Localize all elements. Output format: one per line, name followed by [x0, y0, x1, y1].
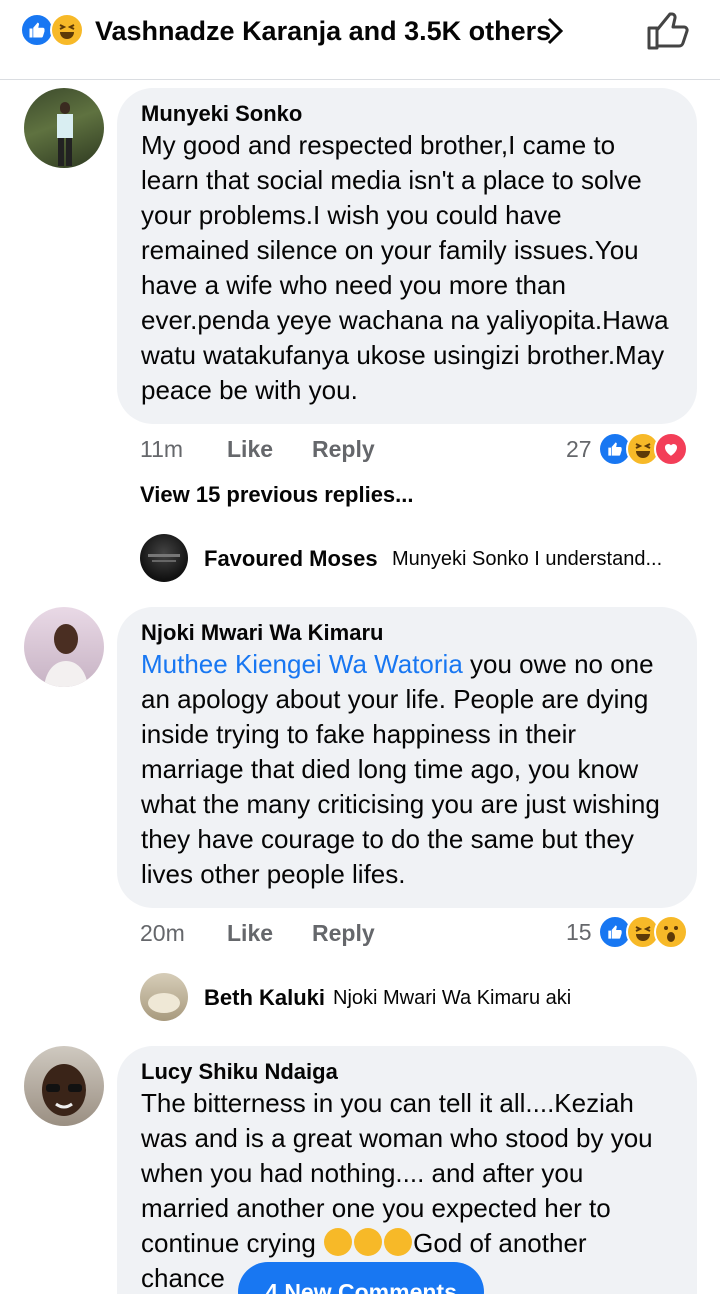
like-button[interactable]: Like: [227, 436, 273, 463]
comment-author[interactable]: Munyeki Sonko: [141, 100, 673, 128]
comment-body: you owe no one an apology about your lif…: [141, 649, 660, 889]
reaction-summary[interactable]: Vashnadze Karanja and 3.5K others: [95, 14, 551, 48]
comment-time[interactable]: 20m: [140, 920, 185, 947]
thinking-emoji-icon: [384, 1228, 413, 1256]
new-comments-button[interactable]: 4 New Comments: [238, 1262, 484, 1294]
comment-author[interactable]: Lucy Shiku Ndaiga: [141, 1058, 673, 1086]
reply-snippet: Njoki Mwari Wa Kimaru aki: [333, 987, 572, 1009]
view-previous-replies[interactable]: View 15 previous replies...: [140, 482, 414, 508]
mention-link[interactable]: Muthee Kiengei Wa Watoria: [141, 649, 463, 679]
reply-snippet: Munyeki Sonko I understand...: [392, 548, 663, 570]
love-icon: [653, 432, 688, 466]
avatar[interactable]: [24, 1046, 104, 1126]
thinking-emoji-icon: [324, 1228, 353, 1256]
reply-preview[interactable]: Favoured Moses Munyeki Sonko I understan…: [140, 534, 700, 584]
avatar[interactable]: [24, 88, 104, 168]
haha-icon: [50, 13, 84, 47]
comment-author[interactable]: Njoki Mwari Wa Kimaru: [141, 619, 673, 647]
chevron-right-icon[interactable]: [540, 16, 570, 46]
wow-icon: [653, 915, 688, 949]
reactions-header[interactable]: Vashnadze Karanja and 3.5K others: [0, 0, 720, 80]
reply-preview[interactable]: Beth Kaluki Njoki Mwari Wa Kimaru aki: [140, 973, 700, 1023]
comment-text: My good and respected brother,I came to …: [141, 130, 669, 405]
avatar[interactable]: [24, 607, 104, 687]
avatar: [140, 534, 188, 582]
reply-button[interactable]: Reply: [312, 920, 375, 947]
reaction-count-number: 27: [566, 435, 592, 462]
reaction-count[interactable]: 27: [566, 432, 688, 466]
comment-bubble: Lucy Shiku Ndaiga The bitterness in you …: [117, 1046, 697, 1294]
reply-button[interactable]: Reply: [312, 436, 375, 463]
comment-time[interactable]: 11m: [140, 436, 183, 463]
like-button[interactable]: Like: [227, 920, 273, 947]
reply-author[interactable]: Favoured Moses: [204, 546, 378, 572]
reply-author[interactable]: Beth Kaluki: [204, 985, 325, 1011]
avatar: [140, 973, 188, 1021]
reaction-count-number: 15: [566, 918, 592, 945]
comment-bubble: Njoki Mwari Wa Kimaru Muthee Kiengei Wa …: [117, 607, 697, 908]
comment-bubble: Munyeki Sonko My good and respected brot…: [117, 88, 697, 424]
like-icon: [20, 13, 54, 47]
like-outline-icon[interactable]: [645, 10, 691, 52]
reaction-icons: [20, 13, 90, 49]
comment-text: Muthee Kiengei Wa Watoria you owe no one…: [141, 647, 673, 892]
thinking-emoji-icon: [354, 1228, 383, 1256]
reaction-count[interactable]: 15: [566, 915, 688, 949]
